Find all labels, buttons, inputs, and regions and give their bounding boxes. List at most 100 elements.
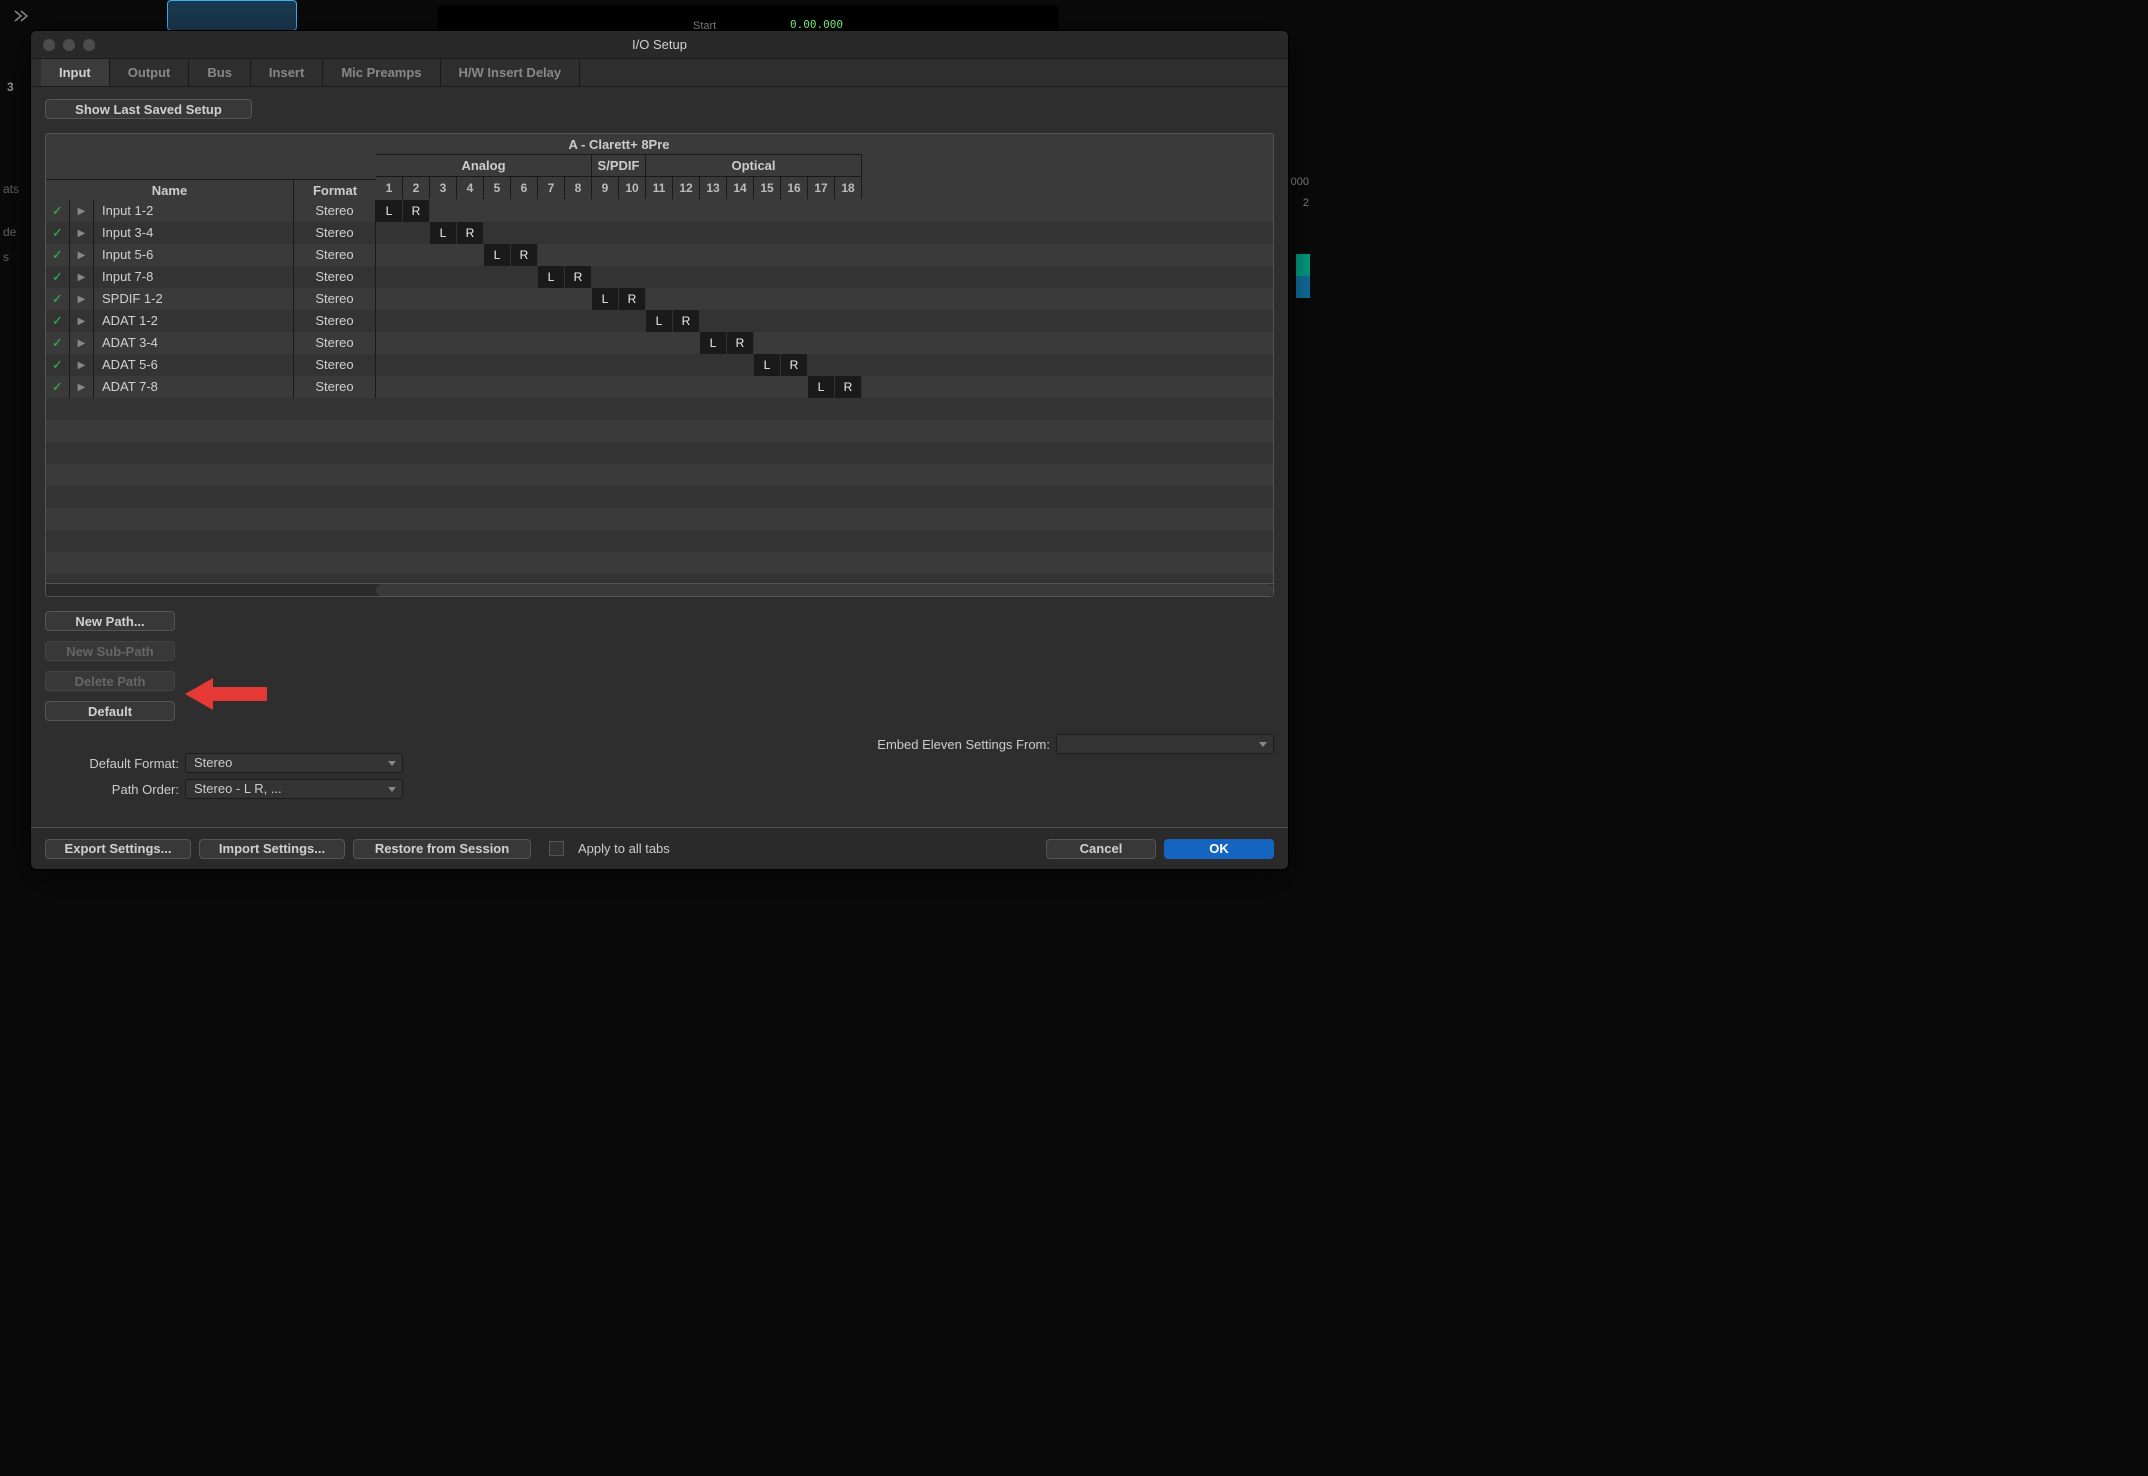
row-name[interactable]: Input 7-8 bbox=[94, 266, 294, 288]
matrix-cell[interactable] bbox=[835, 310, 862, 332]
matrix-cell-r[interactable]: R bbox=[673, 310, 700, 332]
matrix-cell[interactable] bbox=[484, 310, 511, 332]
matrix-cell[interactable] bbox=[727, 244, 754, 266]
table-row[interactable]: ✓▶ADAT 5-6StereoLR bbox=[46, 354, 1273, 376]
delete-path-button[interactable]: Delete Path bbox=[45, 671, 175, 691]
matrix-cell-r[interactable]: R bbox=[727, 332, 754, 354]
matrix-cell[interactable] bbox=[673, 200, 700, 222]
matrix-cell[interactable] bbox=[646, 354, 673, 376]
new-sub-path-button[interactable]: New Sub-Path bbox=[45, 641, 175, 661]
table-row[interactable]: ✓▶Input 5-6StereoLR bbox=[46, 244, 1273, 266]
row-format[interactable]: Stereo bbox=[294, 288, 376, 310]
matrix-cell[interactable] bbox=[619, 376, 646, 398]
row-name[interactable]: ADAT 1-2 bbox=[94, 310, 294, 332]
matrix-cell[interactable] bbox=[781, 200, 808, 222]
matrix-cell[interactable] bbox=[511, 222, 538, 244]
matrix-cell[interactable] bbox=[457, 288, 484, 310]
matrix-cell[interactable] bbox=[700, 310, 727, 332]
row-enable-checkbox[interactable]: ✓ bbox=[46, 244, 70, 266]
matrix-cell[interactable] bbox=[403, 332, 430, 354]
matrix-cell-l[interactable]: L bbox=[592, 288, 619, 310]
expand-icon[interactable]: ▶ bbox=[70, 376, 94, 398]
row-name[interactable]: Input 5-6 bbox=[94, 244, 294, 266]
matrix-cell[interactable] bbox=[511, 266, 538, 288]
row-format[interactable]: Stereo bbox=[294, 244, 376, 266]
matrix-cell[interactable] bbox=[592, 244, 619, 266]
matrix-cell-l[interactable]: L bbox=[646, 310, 673, 332]
row-enable-checkbox[interactable]: ✓ bbox=[46, 354, 70, 376]
matrix-cell[interactable] bbox=[646, 222, 673, 244]
row-format[interactable]: Stereo bbox=[294, 310, 376, 332]
matrix-cell[interactable] bbox=[565, 244, 592, 266]
matrix-cell[interactable] bbox=[808, 266, 835, 288]
matrix-cell[interactable] bbox=[781, 266, 808, 288]
matrix-cell[interactable] bbox=[646, 266, 673, 288]
matrix-cell-l[interactable]: L bbox=[430, 222, 457, 244]
matrix-cell-r[interactable]: R bbox=[457, 222, 484, 244]
matrix-cell[interactable] bbox=[565, 200, 592, 222]
matrix-cell-l[interactable]: L bbox=[808, 376, 835, 398]
matrix-cell[interactable] bbox=[511, 354, 538, 376]
matrix-cell[interactable] bbox=[619, 354, 646, 376]
matrix-cell[interactable] bbox=[754, 266, 781, 288]
matrix-cell[interactable] bbox=[673, 288, 700, 310]
matrix-cell[interactable] bbox=[403, 222, 430, 244]
matrix-cell[interactable] bbox=[808, 310, 835, 332]
table-row[interactable]: ✓▶Input 1-2StereoLR bbox=[46, 200, 1273, 222]
matrix-cell[interactable] bbox=[430, 266, 457, 288]
expand-icon[interactable]: ▶ bbox=[70, 266, 94, 288]
matrix-cell[interactable] bbox=[727, 310, 754, 332]
matrix-cell[interactable] bbox=[457, 332, 484, 354]
row-name[interactable]: ADAT 3-4 bbox=[94, 332, 294, 354]
matrix-cell[interactable] bbox=[376, 376, 403, 398]
matrix-cell[interactable] bbox=[808, 354, 835, 376]
cancel-button[interactable]: Cancel bbox=[1046, 839, 1156, 859]
matrix-cell[interactable] bbox=[781, 310, 808, 332]
matrix-cell-r[interactable]: R bbox=[619, 288, 646, 310]
matrix-cell[interactable] bbox=[565, 310, 592, 332]
matrix-cell[interactable] bbox=[430, 354, 457, 376]
matrix-cell-l[interactable]: L bbox=[538, 266, 565, 288]
matrix-cell[interactable] bbox=[808, 288, 835, 310]
matrix-cell[interactable] bbox=[619, 310, 646, 332]
matrix-cell-l[interactable]: L bbox=[484, 244, 511, 266]
row-enable-checkbox[interactable]: ✓ bbox=[46, 200, 70, 222]
matrix-cell[interactable] bbox=[565, 354, 592, 376]
new-path-button[interactable]: New Path... bbox=[45, 611, 175, 631]
tab-h-w-insert-delay[interactable]: H/W Insert Delay bbox=[441, 59, 581, 86]
zoom-window-button[interactable] bbox=[83, 39, 95, 51]
matrix-cell[interactable] bbox=[781, 332, 808, 354]
matrix-cell[interactable] bbox=[673, 376, 700, 398]
expand-icon[interactable]: ▶ bbox=[70, 222, 94, 244]
default-button[interactable]: Default bbox=[45, 701, 175, 721]
matrix-cell[interactable] bbox=[511, 288, 538, 310]
matrix-cell[interactable] bbox=[835, 200, 862, 222]
matrix-cell[interactable] bbox=[511, 332, 538, 354]
matrix-cell[interactable] bbox=[484, 288, 511, 310]
matrix-cell[interactable] bbox=[376, 244, 403, 266]
matrix-cell[interactable] bbox=[700, 266, 727, 288]
matrix-cell[interactable] bbox=[457, 266, 484, 288]
matrix-cell[interactable] bbox=[646, 332, 673, 354]
matrix-cell[interactable] bbox=[376, 288, 403, 310]
matrix-cell-l[interactable]: L bbox=[754, 354, 781, 376]
matrix-cell[interactable] bbox=[808, 332, 835, 354]
row-format[interactable]: Stereo bbox=[294, 200, 376, 222]
matrix-cell[interactable] bbox=[727, 288, 754, 310]
matrix-cell[interactable] bbox=[835, 288, 862, 310]
matrix-cell[interactable] bbox=[808, 244, 835, 266]
matrix-cell[interactable] bbox=[700, 200, 727, 222]
tab-bus[interactable]: Bus bbox=[189, 59, 251, 86]
matrix-cell[interactable] bbox=[754, 200, 781, 222]
matrix-cell[interactable] bbox=[754, 288, 781, 310]
table-row[interactable]: ✓▶SPDIF 1-2StereoLR bbox=[46, 288, 1273, 310]
row-name[interactable]: Input 1-2 bbox=[94, 200, 294, 222]
matrix-cell[interactable] bbox=[592, 310, 619, 332]
matrix-cell[interactable] bbox=[619, 332, 646, 354]
matrix-cell[interactable] bbox=[403, 310, 430, 332]
matrix-cell[interactable] bbox=[538, 376, 565, 398]
horizontal-scrollbar[interactable] bbox=[46, 583, 1273, 596]
ok-button[interactable]: OK bbox=[1164, 839, 1274, 859]
expand-icon[interactable]: ▶ bbox=[70, 244, 94, 266]
row-enable-checkbox[interactable]: ✓ bbox=[46, 376, 70, 398]
